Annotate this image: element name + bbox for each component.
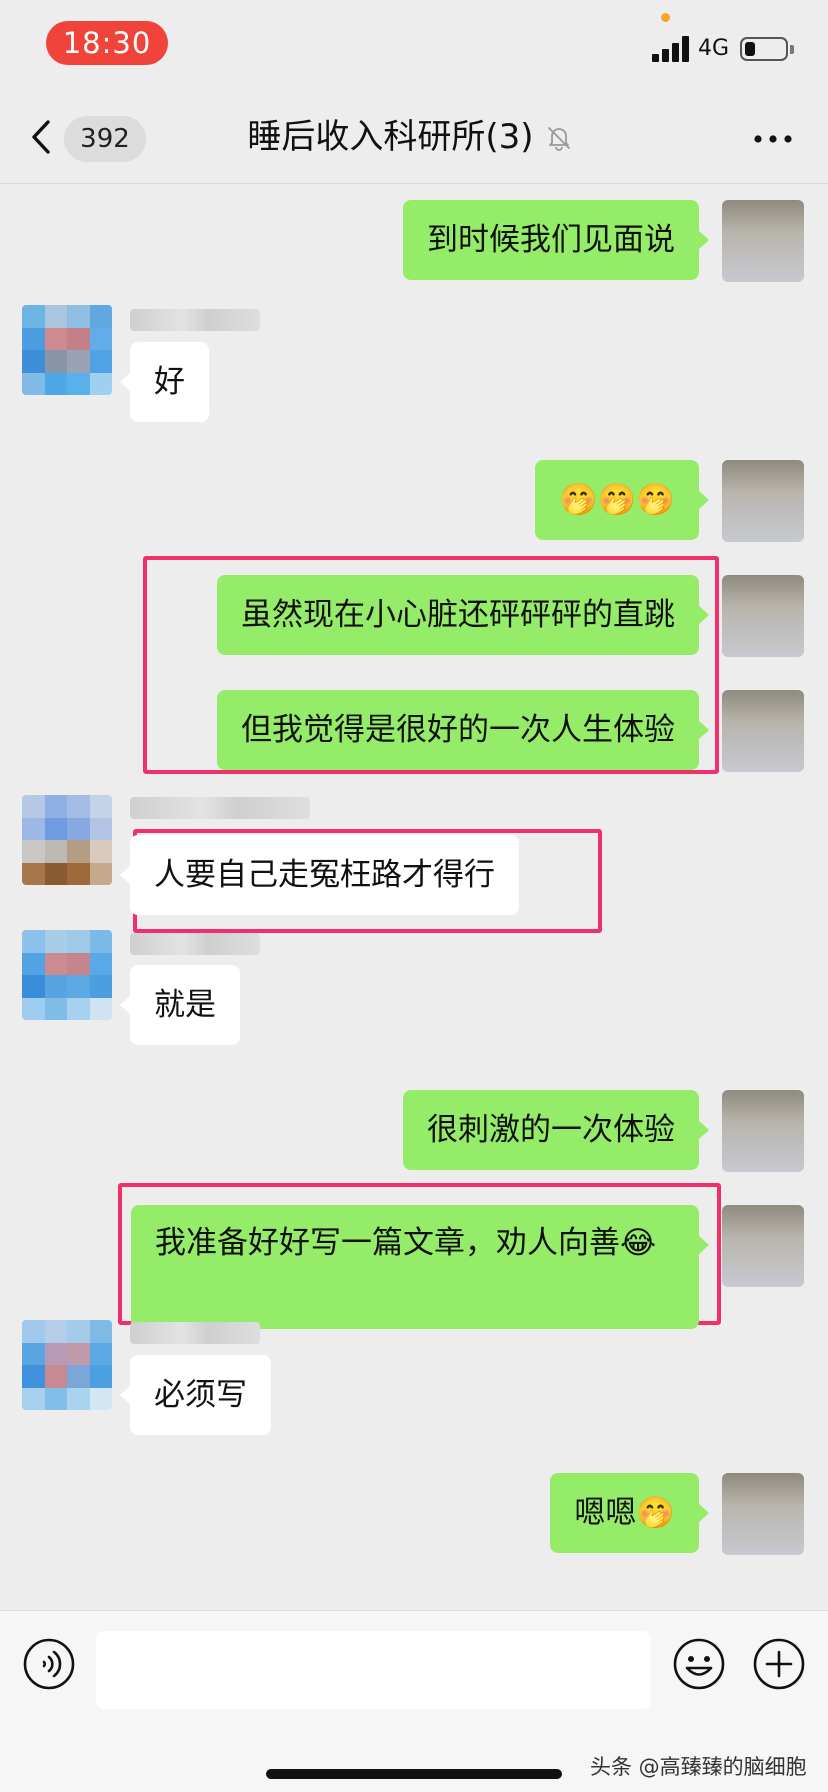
network-type: 4G [698, 36, 730, 61]
message-bubble[interactable]: 我准备好好写一篇文章，劝人向善😂 [131, 1205, 709, 1329]
message-bubble[interactable]: 🤭🤭🤭 [535, 460, 709, 540]
self-avatar[interactable] [722, 690, 804, 772]
message-input[interactable] [96, 1631, 651, 1709]
chat-title-group[interactable]: 睡后收入科研所(3) [200, 112, 620, 162]
status-bar: 18:30 4G [0, 0, 828, 90]
input-toolbar: 头条 @高臻臻的脑细胞 [0, 1610, 828, 1792]
chat-header: 392 睡后收入科研所(3) [0, 92, 828, 184]
signal-icon [652, 36, 692, 62]
sender-name-redacted [130, 797, 310, 819]
plus-icon[interactable] [752, 1637, 806, 1691]
self-avatar[interactable] [722, 1090, 804, 1172]
privacy-indicator-dot [661, 13, 670, 22]
self-avatar[interactable] [722, 1473, 804, 1555]
message-bubble[interactable]: 就是 [120, 965, 240, 1045]
voice-icon[interactable] [22, 1637, 76, 1691]
chat-title: 睡后收入科研所(3) [247, 117, 534, 157]
self-avatar[interactable] [722, 1205, 804, 1287]
message-list[interactable]: 到时候我们见面说 好 🤭🤭🤭 虽然现在小心脏还砰砰砰的直跳 但我觉得是很好的一次… [0, 185, 828, 1610]
message-bubble[interactable]: 必须写 [120, 1355, 271, 1435]
bell-muted-icon [545, 124, 573, 152]
member-avatar[interactable] [22, 795, 112, 885]
emoji-icon[interactable] [672, 1637, 726, 1691]
member-avatar[interactable] [22, 305, 112, 395]
member-avatar[interactable] [22, 930, 112, 1020]
message-bubble[interactable]: 嗯嗯🤭 [550, 1473, 709, 1553]
unread-count-badge[interactable]: 392 [64, 116, 146, 162]
back-chevron-icon[interactable] [26, 114, 56, 160]
message-bubble[interactable]: 但我觉得是很好的一次人生体验 [217, 690, 709, 770]
member-avatar[interactable] [22, 1320, 112, 1410]
message-bubble[interactable]: 到时候我们见面说 [403, 200, 709, 280]
watermark: 头条 @高臻臻的脑细胞 [590, 1755, 807, 1779]
message-bubble[interactable]: 很刺激的一次体验 [403, 1090, 709, 1170]
self-avatar[interactable] [722, 575, 804, 657]
message-bubble[interactable]: 好 [120, 342, 209, 422]
home-indicator[interactable] [266, 1769, 562, 1779]
more-dots-icon[interactable] [748, 116, 798, 162]
self-avatar[interactable] [722, 200, 804, 282]
self-avatar[interactable] [722, 460, 804, 542]
sender-name-redacted [130, 309, 260, 331]
message-bubble[interactable]: 虽然现在小心脏还砰砰砰的直跳 [217, 575, 709, 655]
sender-name-redacted [130, 1322, 260, 1344]
status-time: 18:30 [46, 21, 168, 65]
battery-cap [790, 45, 794, 54]
sender-name-redacted [130, 933, 260, 955]
message-bubble[interactable]: 人要自己走冤枉路才得行 [120, 835, 519, 915]
battery-icon [740, 37, 788, 61]
battery-level-fill [745, 42, 755, 56]
